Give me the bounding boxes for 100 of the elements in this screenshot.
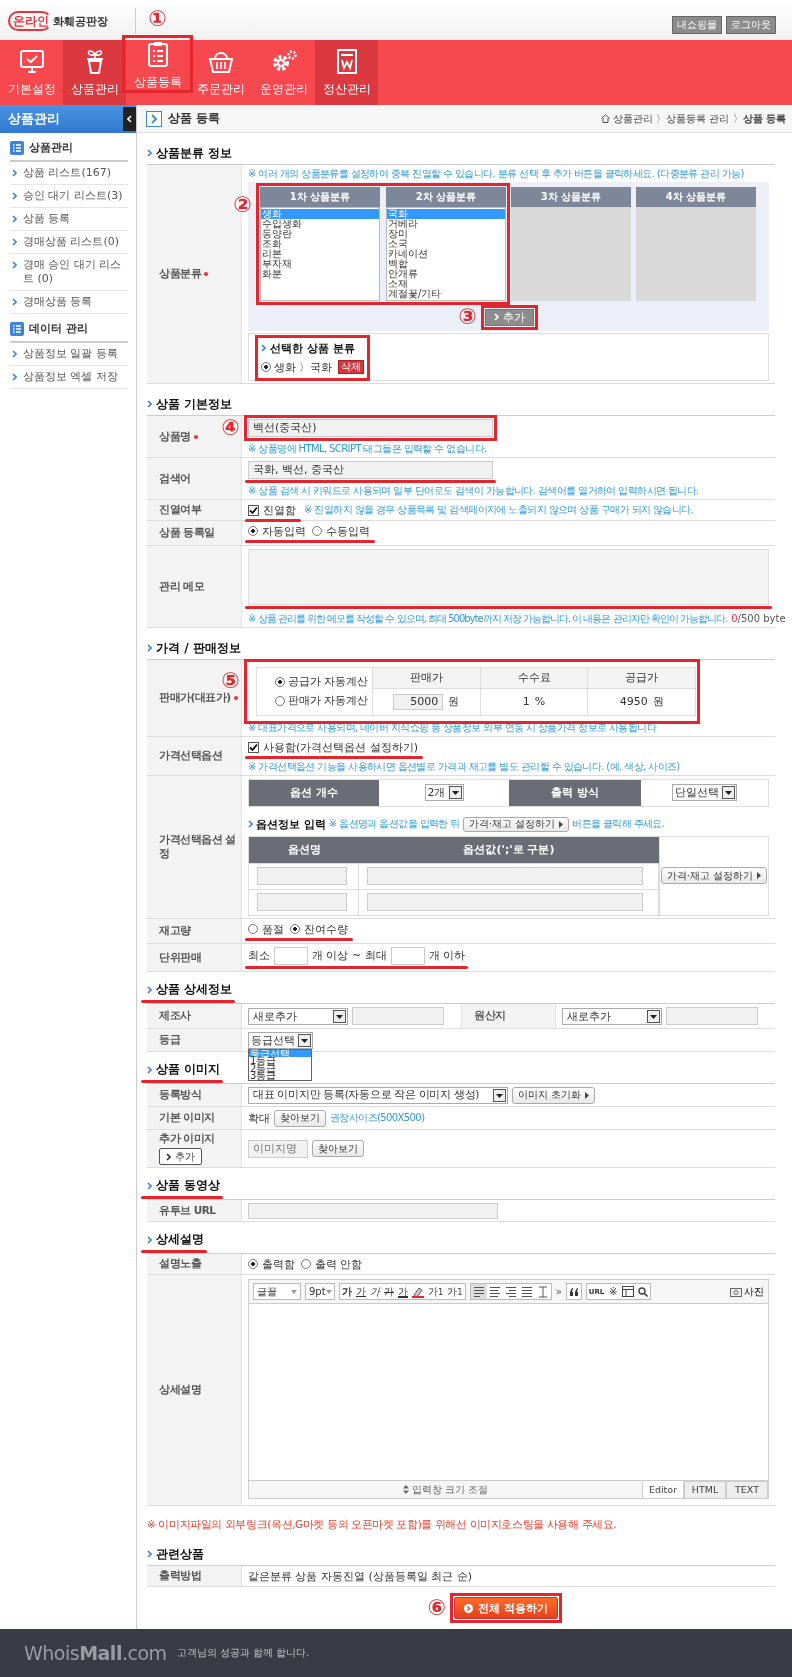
radio-button[interactable] <box>312 526 322 536</box>
delete-button[interactable]: 삭제 <box>337 360 364 374</box>
highlight-box <box>122 35 193 93</box>
list-option[interactable]: 소국 <box>387 238 505 249</box>
more-button[interactable]: » <box>555 1286 562 1297</box>
editor-tab[interactable]: HTML <box>684 1480 726 1499</box>
format-button[interactable]: 가 <box>368 1284 382 1299</box>
sidebar-item[interactable]: 경매 승인 대기 리스트 (0) <box>23 258 128 286</box>
nav-tab[interactable]: 기본설정 <box>0 40 63 105</box>
select-field[interactable]: 단일선택 <box>672 784 737 801</box>
browse-button[interactable]: 찾아보기 <box>274 1109 326 1127</box>
input-field[interactable] <box>367 893 643 911</box>
list-option[interactable]: 백합 <box>387 258 505 269</box>
list-option[interactable]: 안개류 <box>387 268 505 279</box>
align-button[interactable] <box>470 1284 487 1299</box>
input-field[interactable]: 국화, 백선, 중국산 <box>248 460 493 479</box>
sidebar-item[interactable]: 승인 대기 리스트(3) <box>23 189 123 203</box>
radio-button[interactable] <box>248 1259 258 1269</box>
chevron-icon <box>166 1152 171 1161</box>
format-button[interactable]: 가 <box>340 1284 354 1299</box>
list-option[interactable]: 부자재 <box>261 258 379 269</box>
select-field[interactable]: 2개 <box>424 784 464 801</box>
nav-tab[interactable]: 운영관리 <box>252 40 315 105</box>
size-select[interactable]: 9pt <box>305 1283 335 1300</box>
chevron-left-icon <box>127 115 132 123</box>
editor-tab[interactable]: TEXT <box>726 1480 768 1499</box>
radio-button[interactable] <box>275 676 285 687</box>
radio-button[interactable] <box>248 924 258 934</box>
button[interactable]: 가격·재고 설정하기 <box>660 867 768 884</box>
arrow-circle-icon <box>464 1603 474 1613</box>
chevron-icon <box>147 1235 152 1244</box>
menu-option[interactable]: 2등급 <box>249 1064 311 1072</box>
radio-button[interactable] <box>261 362 271 372</box>
format-button[interactable]: 가 <box>382 1284 396 1299</box>
nav-tab[interactable]: 주문관리 <box>189 40 252 105</box>
format-button[interactable]: 가 <box>396 1284 410 1299</box>
unit-text: 원 <box>448 694 460 709</box>
breadcrumb: 상품관리 〉상품등록 관리 〉상품 등록 <box>612 111 786 126</box>
hint-text: 권장사이즈(500X500) <box>330 1112 425 1124</box>
table-button[interactable] <box>620 1284 637 1299</box>
input-field[interactable]: 백선(중국산) <box>248 418 493 437</box>
radio-button[interactable] <box>290 924 300 934</box>
list-option[interactable]: 동양란 <box>261 228 379 239</box>
input-field[interactable] <box>248 1202 498 1219</box>
button[interactable]: 이미지 초기화 <box>512 1086 596 1104</box>
input-field[interactable] <box>666 1007 758 1025</box>
nav-tab[interactable]: 상품관리 <box>63 40 126 105</box>
menu-option[interactable]: 1등급 <box>249 1057 311 1065</box>
input-field[interactable] <box>274 946 308 965</box>
list-option[interactable]: 조화 <box>261 238 379 249</box>
hint-text: 버튼을 클릭해 주세요. <box>572 818 665 830</box>
select-field[interactable]: 새로추가 <box>248 1007 348 1025</box>
input-field[interactable]: 이미지명 <box>248 1139 308 1158</box>
list-box[interactable]: 생화 수입생화 동양란 조화 리본 부자재 화분 <box>260 206 380 301</box>
button[interactable]: 가격·재고 설정하기 <box>462 816 570 832</box>
list-option[interactable]: 계절꽃/기타 <box>387 288 505 299</box>
list-option[interactable]: 화분 <box>261 268 379 279</box>
symbol-button[interactable]: ※ <box>606 1284 621 1299</box>
input-field[interactable] <box>257 867 347 885</box>
memo-field[interactable] <box>248 548 769 605</box>
list-option[interactable]: 장미 <box>387 228 505 239</box>
quote-button[interactable] <box>565 1283 582 1300</box>
sidebar-item[interactable]: 상품정보 일괄 등록 <box>23 347 118 361</box>
sidebar-item[interactable]: 상품 등록 <box>23 212 71 226</box>
hint-text: ※ 가격선택옵션 기능을 사용하시면 옵션별로 가격과 재고를 별도 관리할 수 있습니다. (예. 색상, 사이즈) <box>248 760 681 773</box>
sidebar-item[interactable]: 경매상품 리스트(0) <box>23 235 120 249</box>
radio-button[interactable] <box>301 1259 311 1269</box>
nav-tab[interactable]: 상품등록 <box>126 40 189 91</box>
sidebar-item[interactable]: 경매상품 등록 <box>23 295 93 309</box>
input-field[interactable] <box>352 1007 444 1025</box>
input-field[interactable] <box>367 867 643 885</box>
list-option[interactable]: 소재 <box>387 278 505 289</box>
sidebar-item[interactable]: 상품 리스트(167) <box>23 166 112 180</box>
photo-button[interactable]: 사진 <box>730 1284 764 1299</box>
radio-button[interactable] <box>275 695 285 706</box>
editor-tab[interactable]: Editor <box>642 1480 684 1499</box>
input-field[interactable] <box>390 946 425 965</box>
list-option[interactable]: 수입생화 <box>261 218 379 229</box>
format-button[interactable]: 가 <box>354 1284 368 1299</box>
radio-button[interactable] <box>248 526 258 536</box>
select-field[interactable]: 새로추가 <box>562 1007 662 1025</box>
list-box[interactable]: 국화 거베라 장미 소국 카네이션 백합 안개류 소재 계절꽃/기타 <box>386 206 506 301</box>
list-option[interactable]: 카네이션 <box>387 248 505 259</box>
input-field[interactable] <box>257 893 347 911</box>
resize-handle[interactable]: 입력창 크기 조절 <box>249 1482 642 1497</box>
collapse-button[interactable] <box>123 107 136 131</box>
select-field[interactable]: 대표 이미지만 등록(자동으로 작은 이미지 생성) <box>248 1086 508 1104</box>
nav-tab[interactable]: 정산관리 <box>315 40 378 105</box>
list-option[interactable]: 거베라 <box>387 218 505 229</box>
input-field[interactable]: 5000 <box>393 693 444 710</box>
button[interactable]: 추가 <box>159 1148 202 1165</box>
checkbox[interactable] <box>248 504 259 516</box>
font-select[interactable]: 글꼴 <box>253 1283 301 1300</box>
list-option[interactable]: 리본 <box>261 248 379 259</box>
checkbox[interactable] <box>248 741 259 753</box>
search-button[interactable] <box>636 1284 651 1299</box>
panel-title: 옵션정보 입력 <box>256 816 326 832</box>
browse-button[interactable]: 찾아보기 <box>312 1140 364 1157</box>
sidebar-item[interactable]: 상품정보 엑셀 저장 <box>23 370 118 384</box>
select-field[interactable]: 등급선택 <box>248 1031 313 1049</box>
